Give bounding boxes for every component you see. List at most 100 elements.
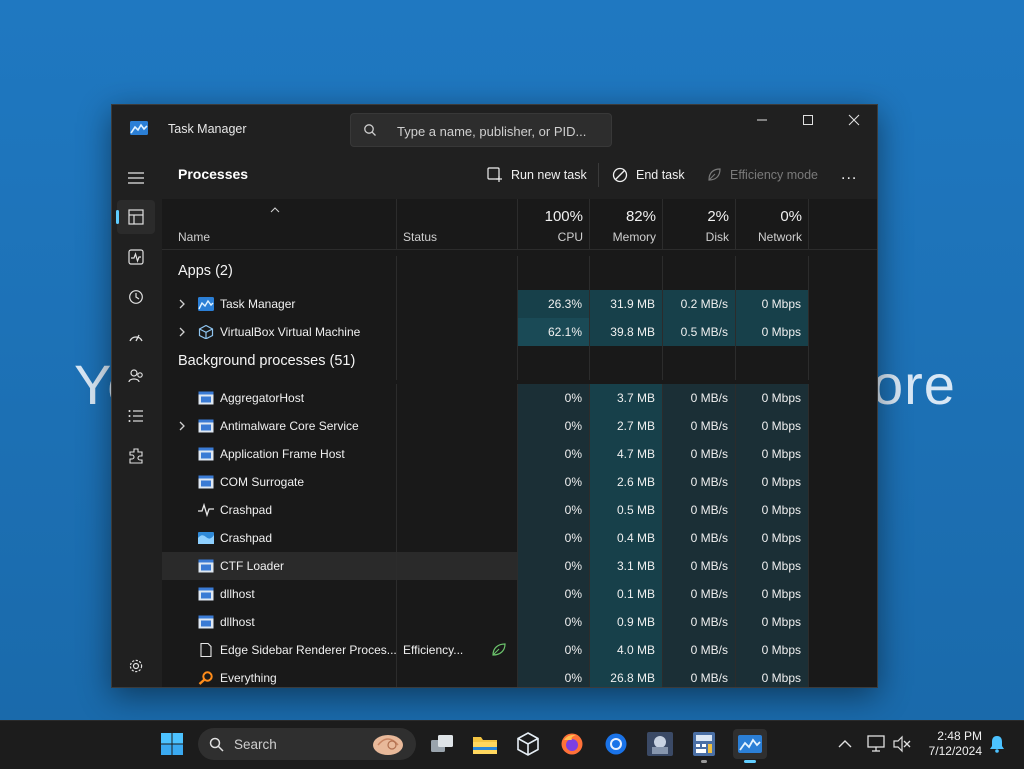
process-row[interactable]: dllhost 0% 0.1 MB 0 MB/s 0 Mbps [162,580,877,608]
nav-processes[interactable] [116,200,155,234]
header-network[interactable]: 0% Network [736,199,809,249]
calculator-app-icon [693,732,715,756]
clock[interactable]: 2:48 PM 7/12/2024 [918,729,982,759]
process-row[interactable]: Task Manager 26.3% 31.9 MB 0.2 MB/s 0 Mbps [162,290,877,318]
cpu-value: 0% [518,440,590,468]
header-network-label: Network [757,230,802,244]
cpu-value: 26.3% [518,290,590,318]
status-cell [397,552,518,580]
group-label: Background processes (51) [162,346,397,380]
process-row[interactable]: AggregatorHost 0% 3.7 MB 0 MB/s 0 Mbps [162,384,877,412]
header-memory[interactable]: 82% Memory [590,199,663,249]
notifications-button[interactable] [982,729,1012,759]
nav-app-history[interactable] [117,280,155,314]
taskbar-search-label: Search [234,737,277,752]
details-icon [128,410,143,422]
process-row[interactable]: COM Surrogate 0% 2.6 MB 0 MB/s 0 Mbps [162,468,877,496]
show-hidden-icons-button[interactable] [830,729,860,759]
header-cpu[interactable]: 100% CPU [518,199,590,249]
firefox-button[interactable] [557,729,587,759]
task-manager-taskbar-button[interactable] [733,729,767,763]
search-box[interactable] [350,113,612,147]
processes-icon [128,209,144,225]
expand-chevron-icon[interactable] [178,421,186,431]
task-view-button[interactable] [427,729,457,759]
status-cell [397,290,518,318]
wave-icon [198,532,214,544]
end-task-button[interactable]: End task [612,163,685,187]
memory-value: 39.8 MB [590,318,663,346]
close-button[interactable] [831,105,877,135]
taskbar-search[interactable]: Search [198,728,416,760]
menu-button[interactable] [117,161,155,195]
process-row[interactable]: Edge Sidebar Renderer Proces... Efficienc… [162,636,877,664]
nav-startup-apps[interactable] [117,320,155,354]
chrome-button[interactable] [601,729,631,759]
process-row[interactable]: Application Frame Host 0% 4.7 MB 0 MB/s 0 Mb… [162,440,877,468]
group-header-background[interactable]: Background processes (51) [162,346,877,380]
bell-icon [990,736,1004,753]
process-row[interactable]: Antimalware Core Service 0% 2.7 MB 0 MB/s 0 … [162,412,877,440]
process-row[interactable]: VirtualBox Virtual Machine 62.1% 39.8 MB 0.… [162,318,877,346]
gear-icon [129,659,143,673]
process-row[interactable]: CTF Loader 0% 3.1 MB 0 MB/s 0 Mbps [162,552,877,580]
process-name: Everything [220,671,277,685]
efficiency-mode-button[interactable]: Efficiency mode [706,163,818,187]
process-name: AggregatorHost [220,391,305,405]
status-cell [397,412,518,440]
cpu-value: 0% [518,496,590,524]
status-cell [397,664,518,687]
process-name-cell: CTF Loader [162,552,397,580]
run-new-task-label: Run new task [511,168,587,182]
expand-chevron-icon[interactable] [178,299,186,309]
minimize-button[interactable] [739,105,785,135]
windows-logo-icon [161,733,183,755]
start-button[interactable] [157,729,187,759]
settings-button[interactable] [117,649,155,683]
header-name[interactable]: Name [162,199,397,249]
virtualbox-taskbar-button[interactable] [513,729,543,759]
disk-value: 0 MB/s [663,412,736,440]
memory-value: 31.9 MB [590,290,663,318]
more-options-button[interactable]: ... [841,163,857,187]
header-disk[interactable]: 2% Disk [663,199,736,249]
cpu-value: 0% [518,552,590,580]
header-status[interactable]: Status [397,199,518,249]
file-explorer-button[interactable] [470,729,500,759]
network-value: 0 Mbps [736,412,809,440]
cpu-value: 0% [518,412,590,440]
game-app-button[interactable] [645,729,675,759]
network-value: 0 Mbps [736,580,809,608]
volume-button[interactable] [887,729,917,759]
status-cell [397,318,518,346]
expand-chevron-icon[interactable] [178,327,186,337]
nav-performance[interactable] [117,240,155,274]
taskmanager-icon [198,297,214,311]
nav-details[interactable] [117,399,155,433]
virtualbox-icon [517,732,539,756]
process-row[interactable]: Everything 0% 26.8 MB 0 MB/s 0 Mbps [162,664,877,687]
search-input[interactable] [395,120,604,142]
nav-services[interactable] [117,439,155,473]
nav-users[interactable] [117,359,155,393]
process-row[interactable]: Crashpad 0% 0.5 MB 0 MB/s 0 Mbps [162,496,877,524]
network-value: 0 Mbps [736,318,809,346]
disk-value: 0 MB/s [663,636,736,664]
window-app-icon [198,587,214,601]
calculator-app-button[interactable] [689,729,719,763]
firefox-icon [561,733,583,755]
title-bar[interactable]: Task Manager [112,105,877,151]
cpu-value: 0% [518,608,590,636]
processes-page: Processes Run new task End task Efficien… [162,151,877,687]
status-cell [397,468,518,496]
process-row[interactable]: Crashpad 0% 0.4 MB 0 MB/s 0 Mbps [162,524,877,552]
maximize-button[interactable] [785,105,831,135]
run-new-task-button[interactable]: Run new task [487,163,587,187]
search-highlight-shell-icon [373,735,403,755]
process-row[interactable]: dllhost 0% 0.9 MB 0 MB/s 0 Mbps [162,608,877,636]
performance-icon [128,249,144,265]
group-header-apps[interactable]: Apps (2) [162,256,877,290]
memory-value: 4.0 MB [590,636,663,664]
process-status: Efficiency... [403,643,464,657]
status-cell [397,440,518,468]
